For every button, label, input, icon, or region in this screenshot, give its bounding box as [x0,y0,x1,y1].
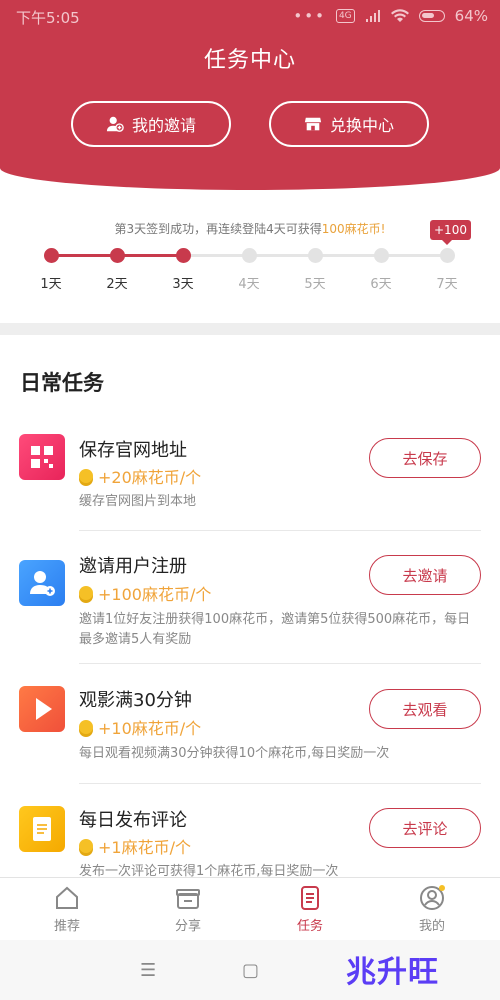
task-reward: +10麻花币/个 [79,715,201,739]
document-icon [19,806,65,852]
task-name: 每日发布评论 [79,810,187,831]
nav-item-mine[interactable]: 我的 [397,884,467,934]
signin-day-dot [241,248,257,263]
watermark-logo: 兆升旺 [346,955,439,990]
signin-tip-highlight: 100麻花币! [321,222,386,236]
signin-tip-text: 第3天签到成功，再连续登陆4天可获得 [114,222,322,236]
task-desc: 每日观看视频满30分钟获得10个麻花币,每日奖励一次 [79,746,390,761]
coin-icon [79,839,93,853]
signin-day-dot [439,248,455,263]
nav-label: 我的 [418,919,445,934]
network-type-icon: 4G [335,9,355,23]
coin-icon [79,720,93,734]
status-bar: 下午5:05 ••• 4G 64% [0,0,500,32]
header: 下午5:05 ••• 4G 64% 任务中心 我的邀请 兑换中心 [0,0,500,190]
battery-percent: 64% [454,7,488,25]
my-invite-label: 我的邀请 [131,116,196,135]
coin-icon [79,469,93,483]
nav-label: 任务 [296,919,323,934]
divider [79,783,481,784]
wifi-icon [390,9,409,22]
exchange-center-button[interactable]: 兑换中心 [269,101,429,147]
task-name: 观影满30分钟 [79,690,192,711]
task-desc: 缓存官网图片到本地 [79,494,197,509]
bottom-nav: 推荐 分享 任务 我的 [0,877,500,939]
go-invite-button[interactable]: 去邀请 [369,555,481,595]
signin-day-label: 3天 [172,277,194,292]
shop-icon [304,117,322,131]
home-icon [56,886,78,909]
section-separator [0,323,500,335]
task-name: 邀请用户注册 [79,556,187,577]
go-watch-button[interactable]: 去观看 [369,689,481,729]
user-add-icon [19,560,65,606]
signin-day-label: 1天 [40,277,62,292]
task-reward: +1麻花币/个 [79,834,191,858]
task-reward: +100麻花币/个 [79,581,211,605]
home-square-icon[interactable]: ▢ [242,960,259,981]
bonus-badge: +100 [430,220,471,245]
play-icon [19,686,65,732]
signin-day-dot [307,248,323,263]
signin-tip: 第3天签到成功，再连续登陆4天可获得100麻花币! [0,220,500,237]
status-icons: ••• 4G 64% [293,7,488,25]
status-time: 下午5:05 [16,9,80,27]
signin-day-label: 5天 [304,277,326,292]
divider [79,530,481,531]
qr-code-icon [19,434,65,480]
nav-item-share[interactable]: 分享 [153,884,223,934]
menu-icon[interactable]: ☰ [140,960,156,981]
nav-label: 推荐 [53,919,80,934]
profile-icon [420,885,445,910]
signin-day-dot [43,248,59,263]
page-title: 任务中心 [203,48,296,73]
exchange-center-label: 兑换中心 [329,116,394,135]
divider [79,663,481,664]
go-comment-button[interactable]: 去评论 [369,808,481,848]
nav-item-tasks[interactable]: 任务 [275,884,345,934]
task-list-icon [301,886,319,910]
dots-icon: ••• [293,7,326,25]
task-reward-text: +20麻花币/个 [98,468,202,487]
signin-day-label: 4天 [238,277,260,292]
signin-day-label: 6天 [370,277,392,292]
go-save-button[interactable]: 去保存 [369,438,481,478]
daily-tasks-title: 日常任务 [20,371,104,395]
battery-icon [418,10,445,22]
signin-day-label: 2天 [106,277,128,292]
nav-label: 分享 [174,919,201,934]
task-center-page: 下午5:05 ••• 4G 64% 任务中心 我的邀请 兑换中心 第3天签到成功… [0,0,500,1000]
signal-icon [365,10,380,22]
coin-icon [79,586,93,600]
task-reward: +20麻花币/个 [79,464,201,488]
gift-icon [176,889,200,909]
my-invite-button[interactable]: 我的邀请 [71,101,231,147]
user-add-icon [106,116,124,132]
signin-day-dot [109,248,125,263]
signin-day-label: 7天 [436,277,458,292]
signin-day-dot [373,248,389,263]
nav-item-recommend[interactable]: 推荐 [32,884,102,934]
task-reward-text: +10麻花币/个 [98,719,202,738]
task-desc: 邀请1位好友注册获得100麻花币，邀请第5位获得500麻花币，每日最多邀请5人有… [79,612,471,647]
task-name: 保存官网地址 [79,440,187,461]
task-reward-text: +100麻花币/个 [98,585,212,604]
signin-day-dot [175,248,191,263]
task-reward-text: +1麻花币/个 [98,838,191,857]
